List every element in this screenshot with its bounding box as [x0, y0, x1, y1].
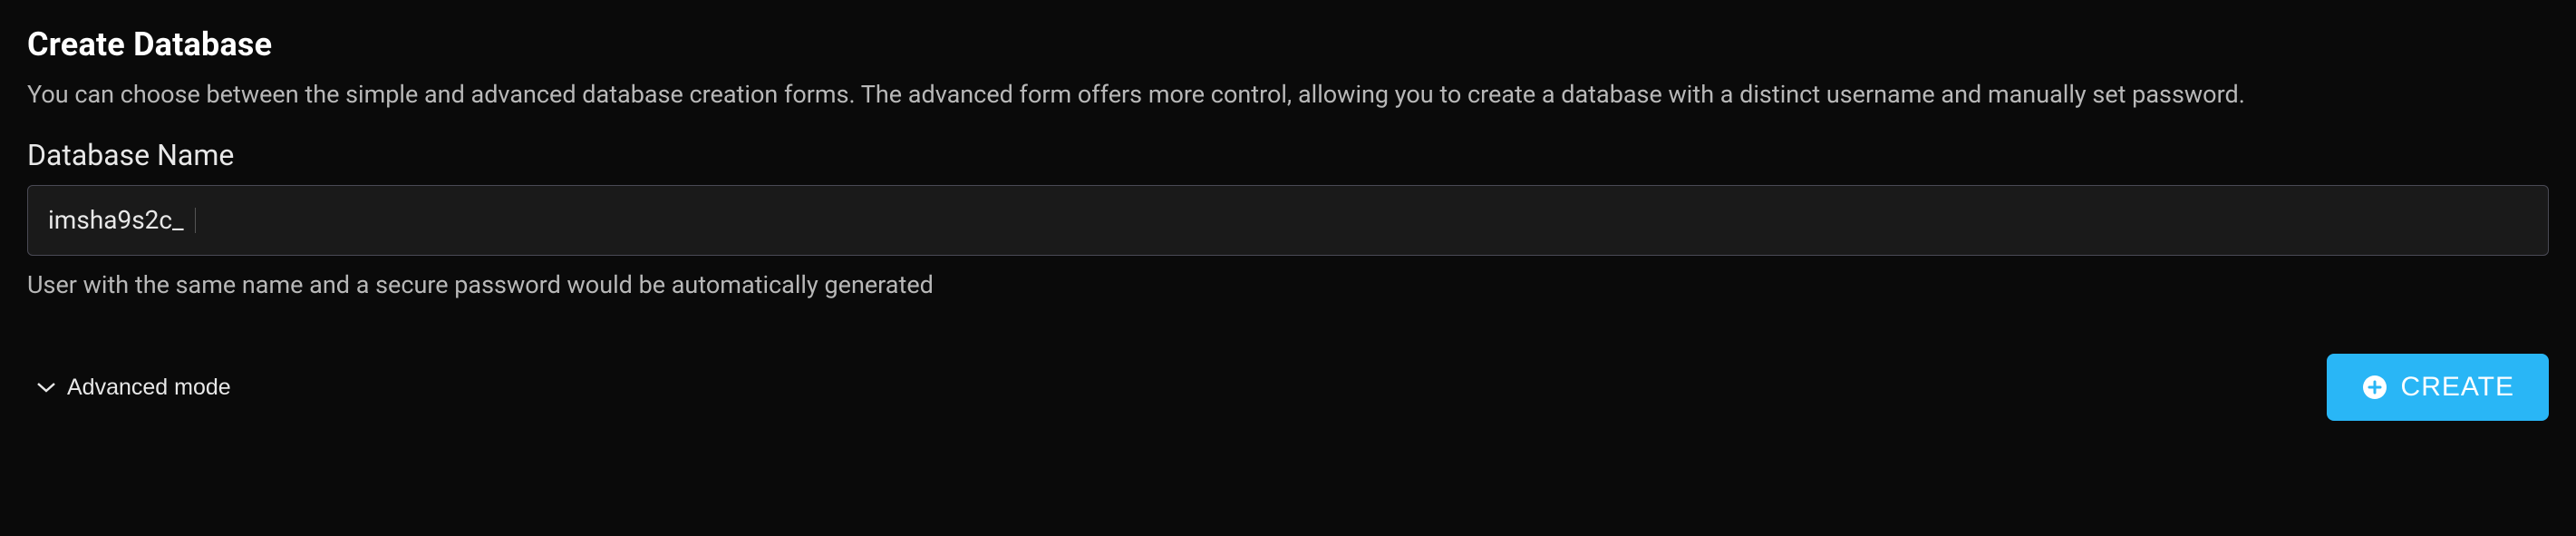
advanced-mode-label: Advanced mode	[67, 375, 231, 401]
database-name-input-wrapper[interactable]: imsha9s2c_	[27, 185, 2549, 256]
bottom-action-row: Advanced mode CREATE	[27, 354, 2549, 421]
database-name-input[interactable]	[196, 186, 2528, 255]
create-button[interactable]: CREATE	[2327, 354, 2549, 421]
plus-circle-icon	[2361, 374, 2388, 401]
create-button-label: CREATE	[2401, 372, 2514, 403]
chevron-down-icon	[36, 377, 56, 397]
database-name-label: Database Name	[27, 138, 2549, 172]
advanced-mode-toggle[interactable]: Advanced mode	[27, 369, 240, 406]
database-name-helper: User with the same name and a secure pas…	[27, 270, 2549, 299]
database-name-prefix: imsha9s2c_	[48, 208, 196, 233]
page-description: You can choose between the simple and ad…	[27, 78, 2547, 111]
page-title: Create Database	[27, 25, 2549, 63]
